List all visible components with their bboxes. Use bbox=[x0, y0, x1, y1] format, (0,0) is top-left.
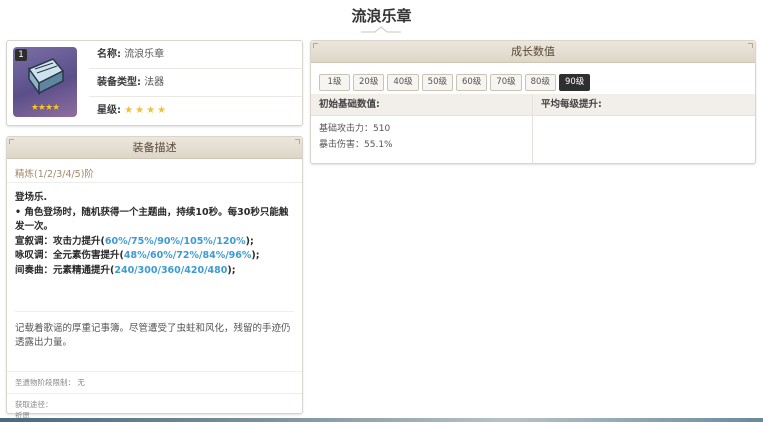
description-header: 装备描述 bbox=[7, 137, 302, 159]
level-button[interactable]: 1级 bbox=[319, 74, 350, 91]
crit-dmg-value: 55.1% bbox=[364, 140, 393, 150]
description-panel: 装备描述 精炼(1/2/3/4/5)阶 登场乐. • 角色登场时，随机获得一个主… bbox=[6, 136, 303, 420]
name-label: 名称: bbox=[97, 49, 121, 60]
base-atk-row: 基础攻击力：510 bbox=[319, 124, 391, 134]
lore-text: 记载着歌谣的厚重记事簿。尽管遭受了虫蛀和风化，残留的手迹仍透露出力量。 bbox=[15, 311, 294, 371]
rarity-label: 星级: bbox=[97, 105, 121, 116]
ascension-limit: 圣遗物阶段限制： 无 bbox=[7, 371, 302, 393]
effect-value: 60%/75%/90%/105%/120% bbox=[104, 235, 246, 247]
catalyst-book-icon bbox=[27, 58, 65, 96]
growth-column: 平均每级提升: bbox=[533, 94, 755, 163]
effect-value: 48%/60%/72%/84%/96% bbox=[123, 250, 252, 261]
growth-stats-panel: 成长数值 1级 20级 40级 50级 60级 70级 80级 90级 初始基础数值: 基础攻… bbox=[310, 40, 756, 164]
level-button[interactable]: 40级 bbox=[387, 74, 419, 91]
type-row: 装备类型: 法器 bbox=[89, 69, 302, 97]
effect-value: 240/300/360/420/480 bbox=[114, 264, 228, 276]
level-button-active[interactable]: 90级 bbox=[558, 74, 591, 91]
level-button[interactable]: 80级 bbox=[524, 74, 556, 91]
page-title: 流浪乐章 bbox=[351, 7, 412, 25]
growth-header: 成长数值 bbox=[311, 41, 755, 63]
type-value: 法器 bbox=[144, 77, 165, 88]
ascension-value: 无 bbox=[77, 378, 85, 387]
name-value: 流浪乐章 bbox=[124, 49, 165, 60]
level-button[interactable]: 50级 bbox=[421, 74, 453, 91]
rarity-row: 星级: ★★★★ bbox=[89, 97, 302, 125]
icon-star-rating: ★★★★ bbox=[30, 103, 60, 113]
growth-column-header: 平均每级提升: bbox=[533, 94, 755, 116]
weapon-portrait: 1 ★★★★ bbox=[13, 47, 77, 117]
type-label: 装备类型: bbox=[97, 77, 141, 88]
ascension-label: 圣遗物阶段限制： bbox=[15, 378, 75, 387]
effect-line: 咏叹调：全元素伤害提升(48%/60%/72%/84%/96%); bbox=[15, 250, 260, 261]
effect-text: 登场乐. • 角色登场时，随机获得一个主题曲，持续10秒。每30秒只能触发一次。… bbox=[7, 183, 302, 307]
weapon-info-panel: 1 ★★★★ 名称: 流浪乐章 装备类型: 法器 星级: ★★★★ bbox=[6, 40, 303, 126]
title-ornament-icon bbox=[361, 26, 401, 33]
effect-line: • 角色登场时，随机获得一个主题曲，持续10秒。每30秒只能触发一次。 bbox=[15, 206, 289, 233]
effect-line: 间奏曲：元素精通提升(240/300/360/420/480); bbox=[15, 264, 236, 276]
source-label: 获取途径： bbox=[15, 400, 53, 409]
effect-title: 登场乐. bbox=[15, 192, 48, 203]
base-atk-value: 510 bbox=[373, 124, 391, 134]
level-selector: 1级 20级 40级 50级 60级 70级 80级 90级 bbox=[311, 63, 755, 93]
crit-dmg-row: 暴击伤害：55.1% bbox=[319, 140, 393, 150]
rarity-star-icons: ★★★★ bbox=[124, 105, 169, 116]
level-button[interactable]: 60级 bbox=[455, 74, 488, 91]
base-stats-column: 初始基础数值: 基础攻击力：510 暴击伤害：55.1% bbox=[311, 94, 533, 163]
name-row: 名称: 流浪乐章 bbox=[89, 41, 302, 69]
effect-line: 宣叙调：攻击力提升(60%/75%/90%/105%/120%); bbox=[15, 235, 254, 247]
refine-selector[interactable]: 精炼(1/2/3/4/5)阶 bbox=[7, 159, 302, 183]
base-stats-header: 初始基础数值: bbox=[311, 94, 532, 116]
level-button[interactable]: 70级 bbox=[490, 74, 522, 91]
taskbar-strip bbox=[0, 418, 763, 422]
level-button[interactable]: 20级 bbox=[353, 74, 385, 91]
